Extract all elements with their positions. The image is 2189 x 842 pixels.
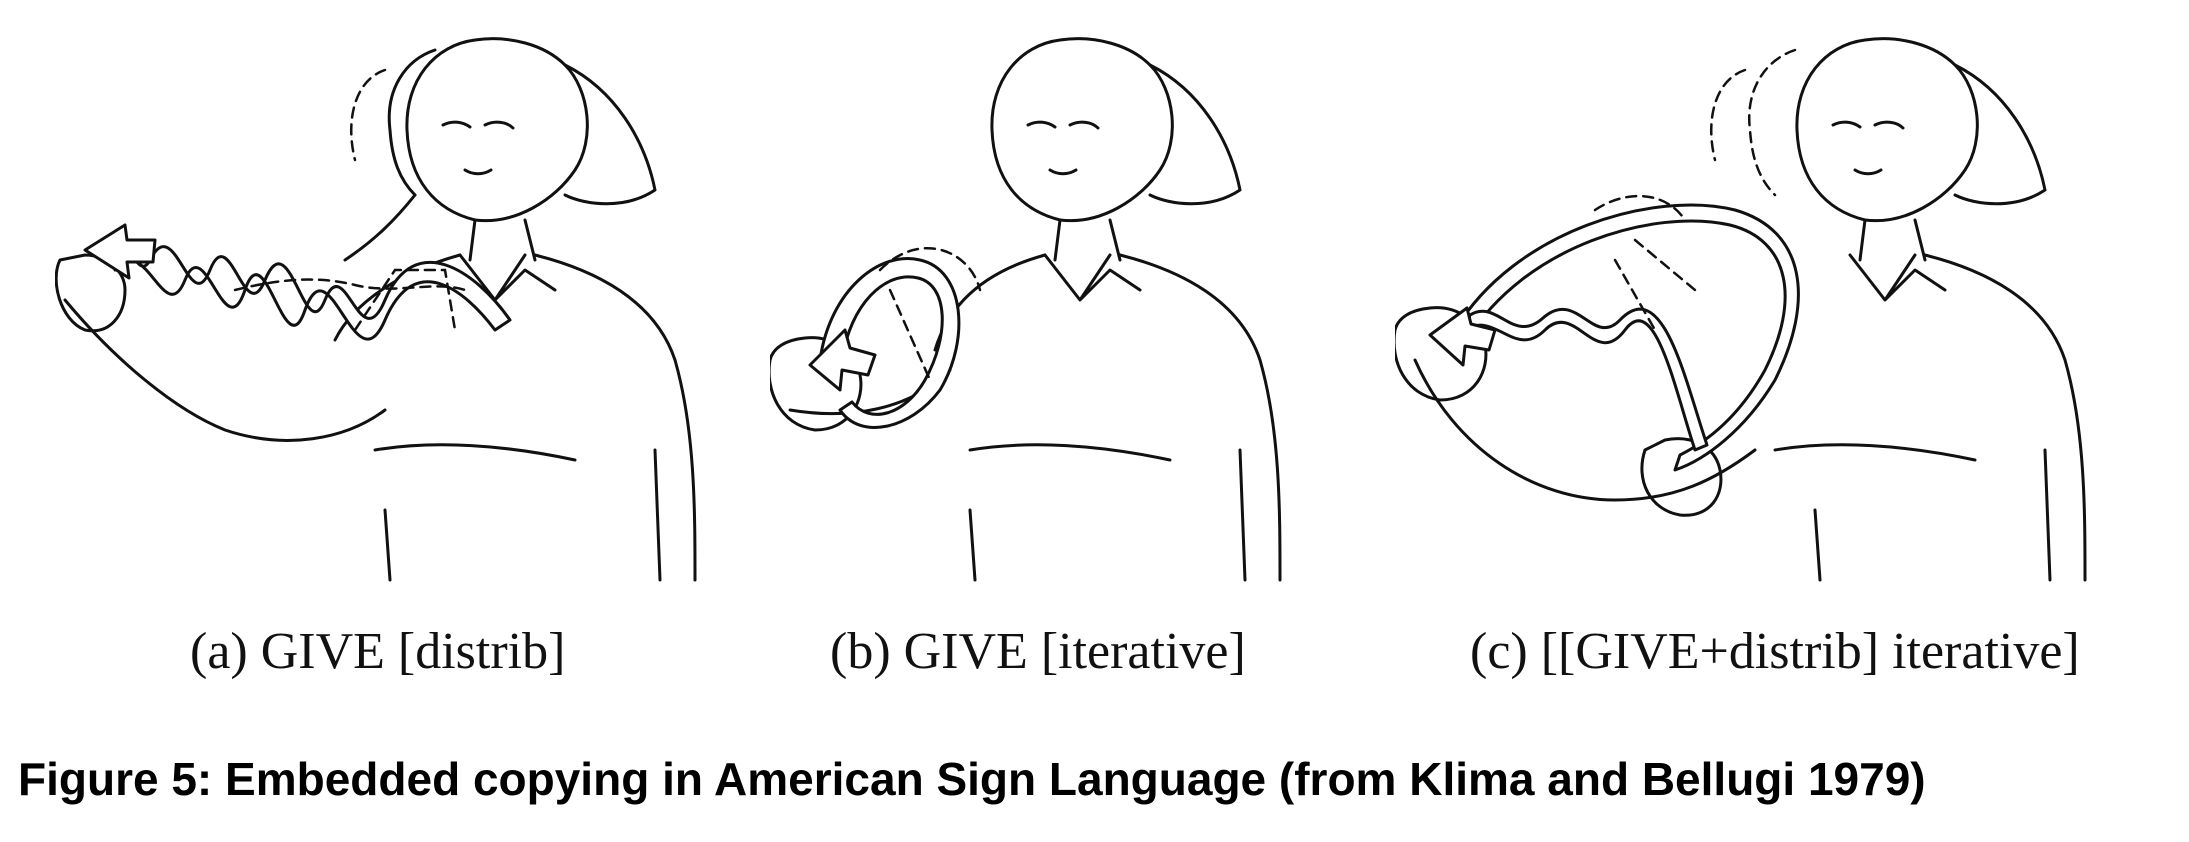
illustration-give-distrib-iterative [1395, 30, 2165, 590]
panel-b-caption: (b) GIVE [iterative] [830, 623, 1246, 680]
illustration-give-distrib [55, 30, 715, 590]
panel-c-caption: (c) [[GIVE+distrib] iterative] [1470, 623, 2080, 680]
panel-a-caption: (a) GIVE [distrib] [190, 623, 566, 680]
illustration-give-iterative [770, 30, 1340, 590]
figure-caption: Figure 5: Embedded copying in American S… [18, 753, 1926, 805]
